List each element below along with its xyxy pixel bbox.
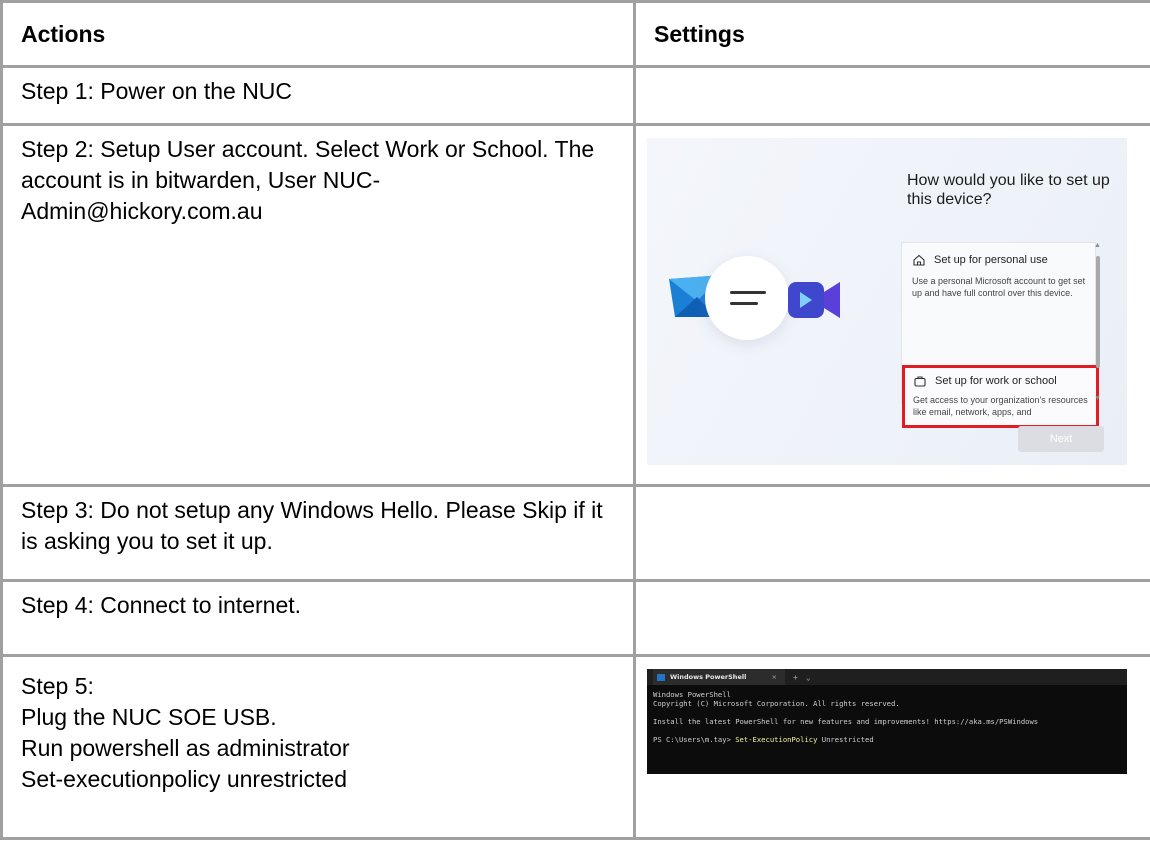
personal-use-title: Set up for personal use	[934, 254, 1048, 266]
powershell-tabbar: Windows PowerShell × + ⌄	[647, 669, 1127, 685]
powershell-tab[interactable]: Windows PowerShell ×	[653, 669, 785, 685]
personal-use-desc: Use a personal Microsoft account to get …	[912, 276, 1086, 298]
step3-text: Step 3: Do not setup any Windows Hello. …	[21, 497, 603, 554]
console-command: Set-ExecutionPolicy	[735, 735, 818, 744]
chat-bubble-icon	[705, 256, 789, 340]
setup-question: How would you like to set up this device…	[907, 172, 1110, 208]
video-camera-icon	[788, 282, 840, 318]
step4-action-cell: Step 4: Connect to internet.	[0, 579, 636, 657]
console-line: Windows PowerShell	[653, 690, 731, 699]
briefcase-icon	[914, 376, 926, 387]
console-line: Copyright (C) Microsoft Corporation. All…	[653, 699, 900, 708]
console-prompt: PS C:\Users\m.tay>	[653, 735, 736, 744]
next-button[interactable]: Next	[1018, 426, 1104, 452]
powershell-logo-icon	[657, 673, 665, 681]
step5-line: Step 5:	[21, 673, 94, 699]
step5-action-cell: Step 5: Plug the NUC SOE USB. Run powers…	[0, 654, 636, 840]
new-tab-icon[interactable]: +	[793, 673, 798, 682]
step5-line: Set-executionpolicy unrestricted	[21, 766, 347, 792]
scroll-up-icon[interactable]: ▲	[1094, 242, 1101, 249]
step5-line: Run powershell as administrator	[21, 735, 350, 761]
oobe-screenshot: How would you like to set up this device…	[647, 138, 1127, 465]
step2-text: Step 2: Setup User account. Select Work …	[21, 136, 595, 224]
step5-line: Plug the NUC SOE USB.	[21, 704, 277, 730]
home-icon	[913, 254, 925, 266]
step2-action-cell: Step 2: Setup User account. Select Work …	[0, 123, 636, 487]
settings-header: Settings	[633, 0, 1150, 68]
table-row: Step 3: Do not setup any Windows Hello. …	[0, 484, 1150, 582]
chevron-down-icon[interactable]: ⌄	[806, 673, 811, 682]
actions-header: Actions	[0, 0, 636, 68]
table-row: Step 5: Plug the NUC SOE USB. Run powers…	[0, 654, 1150, 840]
work-school-title: Set up for work or school	[935, 375, 1057, 387]
table-row: Step 4: Connect to internet.	[0, 579, 1150, 657]
work-school-option[interactable]: Set up for work or school Get access to …	[902, 365, 1099, 428]
step1-action-cell: Step 1: Power on the NUC	[0, 65, 636, 126]
console-argument: Unrestricted	[817, 735, 874, 744]
step2-settings-cell: How would you like to set up this device…	[633, 123, 1150, 487]
step3-action-cell: Step 3: Do not setup any Windows Hello. …	[0, 484, 636, 582]
table-row: Step 1: Power on the NUC	[0, 65, 1150, 126]
powershell-console[interactable]: Windows PowerShell Copyright (C) Microso…	[647, 685, 1127, 749]
step4-settings-cell	[633, 579, 1150, 657]
scroll-down-icon[interactable]: ▼	[1094, 395, 1101, 402]
step1-text: Step 1: Power on the NUC	[21, 78, 293, 104]
step1-settings-cell	[633, 65, 1150, 126]
personal-use-option[interactable]: Set up for personal use Use a personal M…	[912, 253, 1090, 299]
step5-settings-cell: Windows PowerShell × + ⌄ Windows PowerSh…	[633, 654, 1150, 840]
step3-settings-cell	[633, 484, 1150, 582]
work-school-desc: Get access to your organization's resour…	[913, 395, 1088, 417]
steps-table: Actions Settings Step 1: Power on the NU…	[0, 0, 1150, 840]
console-line: Install the latest PowerShell for new fe…	[653, 717, 1039, 726]
step4-text: Step 4: Connect to internet.	[21, 592, 302, 618]
powershell-tab-title: Windows PowerShell	[670, 672, 747, 681]
close-icon[interactable]: ×	[772, 673, 777, 682]
table-row: Step 2: Setup User account. Select Work …	[0, 123, 1150, 487]
header-row: Actions Settings	[0, 0, 1150, 68]
powershell-screenshot: Windows PowerShell × + ⌄ Windows PowerSh…	[647, 669, 1127, 774]
options-scrollbar[interactable]: ▲ ▼	[1094, 242, 1102, 402]
console-prompt-line: PS C:\Users\m.tay> Set-ExecutionPolicy U…	[653, 735, 1121, 744]
options-panel: Set up for personal use Use a personal M…	[901, 242, 1099, 428]
scrollbar-thumb[interactable]	[1096, 256, 1100, 368]
